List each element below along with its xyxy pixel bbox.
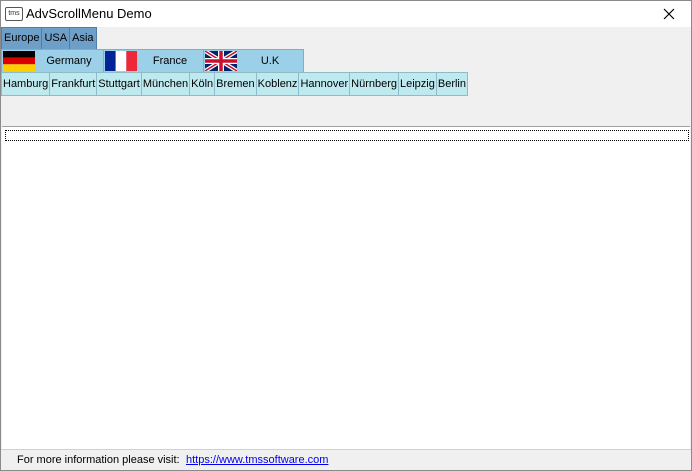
tab-asia[interactable]: Asia xyxy=(70,27,97,50)
france-flag-icon xyxy=(105,51,137,71)
focus-rectangle xyxy=(5,130,689,141)
app-icon: tms xyxy=(5,7,23,21)
window-title: AdvScrollMenu Demo xyxy=(26,6,152,21)
tab-koeln[interactable]: Köln xyxy=(190,72,216,96)
tab-leipzig[interactable]: Leipzig xyxy=(399,72,437,96)
tab-muenchen[interactable]: München xyxy=(141,72,191,96)
germany-flag-icon xyxy=(3,51,35,71)
content-panel[interactable] xyxy=(2,126,690,449)
tab-koblenz[interactable]: Koblenz xyxy=(256,72,300,96)
tab-germany-label: Germany xyxy=(46,55,92,67)
tab-hannover[interactable]: Hannover xyxy=(299,72,351,96)
menu-level2: Germany France U.K xyxy=(1,49,304,73)
tab-frankfurt[interactable]: Frankfurt xyxy=(50,72,98,96)
tab-stuttgart[interactable]: Stuttgart xyxy=(97,72,142,96)
tab-bremen[interactable]: Bremen xyxy=(215,72,257,96)
tab-germany[interactable]: Germany xyxy=(1,49,104,73)
close-icon xyxy=(663,8,675,20)
title-bar: tms AdvScrollMenu Demo xyxy=(1,1,691,27)
app-window: tms AdvScrollMenu Demo Europe USA Asia G… xyxy=(0,0,692,471)
status-bar: For more information please visit: https… xyxy=(1,449,691,470)
menu-level3: Hamburg Frankfurt Stuttgart München Köln… xyxy=(1,72,468,96)
tab-europe[interactable]: Europe xyxy=(1,27,43,50)
tab-nuernberg[interactable]: Nürnberg xyxy=(350,72,399,96)
status-text: For more information please visit: xyxy=(17,454,180,466)
tab-usa[interactable]: USA xyxy=(42,27,71,50)
tab-berlin[interactable]: Berlin xyxy=(436,72,468,96)
close-button[interactable] xyxy=(647,1,691,27)
uk-flag-icon xyxy=(205,51,237,71)
tab-hamburg[interactable]: Hamburg xyxy=(1,72,51,96)
tab-uk[interactable]: U.K xyxy=(204,49,304,73)
website-link[interactable]: https://www.tmssoftware.com xyxy=(186,454,328,466)
tab-france-label: France xyxy=(152,55,188,67)
tab-uk-label: U.K xyxy=(260,55,280,67)
menu-level1: Europe USA Asia xyxy=(1,27,97,50)
tab-france[interactable]: France xyxy=(104,49,204,73)
